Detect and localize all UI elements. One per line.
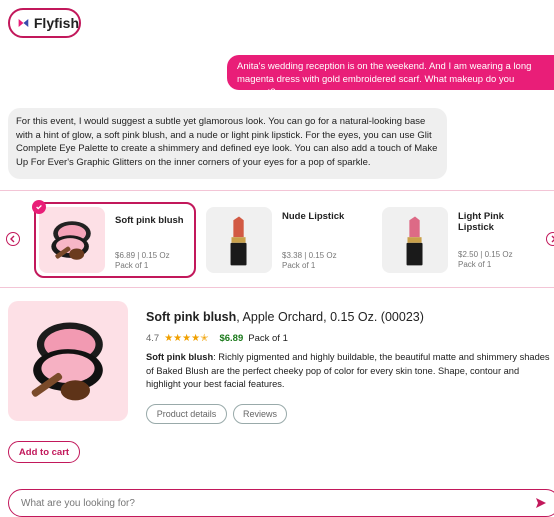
product-name: Nude Lipstick: [282, 211, 345, 222]
product-rating-row: 4.7 ★★★★✭ $6.89 Pack of 1: [146, 333, 288, 344]
carousel-prev-button[interactable]: [6, 232, 20, 246]
product-description: Soft pink blush: Richly pigmented and hi…: [146, 351, 554, 392]
product-name: Light Pink Lipstick: [458, 211, 504, 233]
rating-value: 4.7: [146, 333, 160, 344]
blush-compact-icon: [39, 207, 105, 273]
search-input[interactable]: [21, 497, 501, 509]
logo-text: Flyfish: [33, 15, 79, 31]
product-detail-name: Soft pink blush: [146, 310, 237, 324]
lipstick-icon: [382, 207, 448, 273]
product-pack: Pack of 1: [115, 261, 149, 270]
send-icon[interactable]: [535, 497, 547, 509]
chevron-right-icon: [551, 235, 554, 243]
add-to-cart-button[interactable]: Add to cart: [8, 441, 80, 463]
product-size: 0.15 Oz: [141, 251, 170, 260]
carousel-next-button[interactable]: [546, 232, 554, 246]
product-pack: Pack of 1: [282, 261, 316, 270]
lipstick-icon: [206, 207, 272, 273]
product-card-nude-lipstick[interactable]: Nude Lipstick $3.38 | 0.15 Oz Pack of 1: [206, 202, 372, 278]
product-name: Soft pink blush: [115, 215, 184, 226]
user-message-bubble: Anita's wedding reception is on the week…: [227, 55, 554, 98]
flyfish-logo[interactable]: Flyfish: [8, 8, 81, 38]
product-detail-pack: Pack of 1: [248, 333, 288, 344]
product-price: $3.38: [282, 251, 303, 260]
tab-product-details[interactable]: Product details: [146, 404, 227, 424]
chevron-left-icon: [10, 235, 15, 243]
product-card-light-pink-lipstick[interactable]: Light Pink Lipstick $2.50 | 0.15 Oz Pack…: [382, 202, 546, 278]
product-card-soft-pink-blush[interactable]: Soft pink blush $6.89 | 0.15 Oz Pack of …: [32, 200, 196, 278]
blush-compact-icon: [31, 322, 103, 401]
product-size: 0.15 Oz: [308, 251, 337, 260]
tab-reviews[interactable]: Reviews: [233, 404, 287, 424]
product-price: $2.50: [458, 250, 479, 259]
product-detail-price: $6.89: [219, 333, 244, 344]
divider: [0, 287, 554, 288]
search-bar: [8, 489, 554, 517]
logo-fish-icon: [18, 18, 29, 28]
product-pack: Pack of 1: [458, 260, 492, 269]
description-product-name: Soft pink blush: [146, 352, 214, 362]
product-price: $6.89: [115, 251, 136, 260]
selected-check-icon: [32, 200, 46, 214]
star-rating-icon: ★★★★✭: [164, 333, 209, 344]
product-detail-subtitle: , Apple Orchard, 0.15 Oz. (00023): [236, 310, 424, 324]
product-size: 0.15 Oz: [484, 250, 513, 259]
product-detail-title: Soft pink blush, Apple Orchard, 0.15 Oz.…: [146, 310, 424, 324]
divider: [0, 190, 554, 191]
bot-message-bubble: For this event, I would suggest a subtle…: [8, 108, 447, 179]
product-image: [8, 301, 128, 421]
